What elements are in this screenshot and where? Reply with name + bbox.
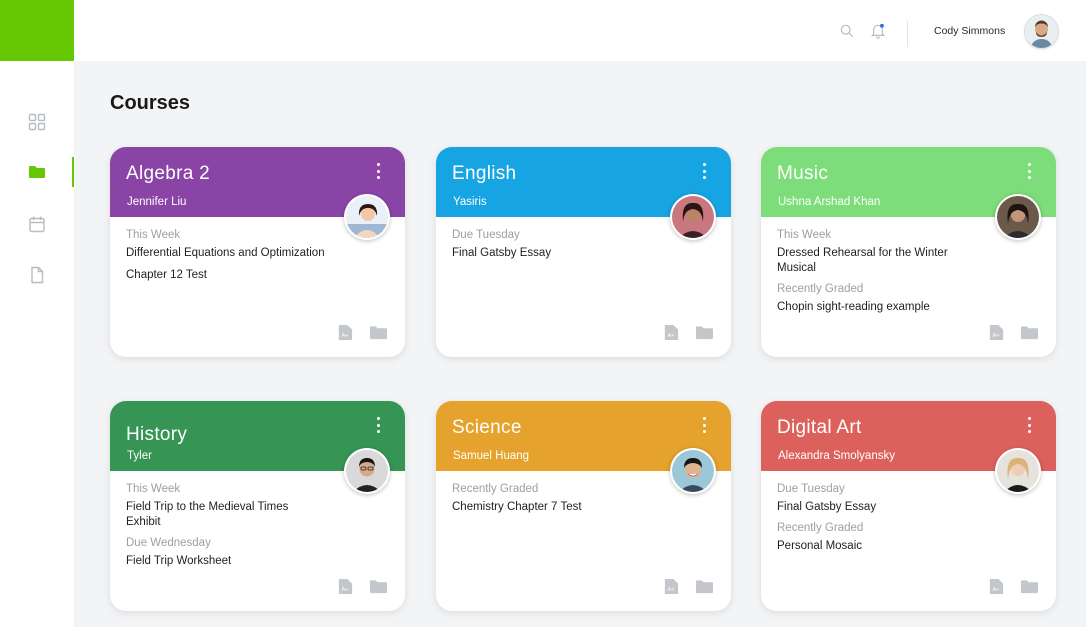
card-actions: A+	[988, 578, 1038, 595]
course-title[interactable]: Science	[452, 417, 522, 439]
section-label: This Week	[777, 229, 832, 241]
card-body: Due Tuesday Final Gatsby Essay Recently …	[777, 483, 977, 561]
card-body: Recently Graded Chemistry Chapter 7 Test	[452, 483, 652, 522]
course-title[interactable]: History	[126, 424, 187, 446]
sidebar	[0, 61, 74, 627]
card-body: This Week Dressed Rehearsal for the Wint…	[777, 229, 977, 322]
grades-icon[interactable]: A+	[663, 324, 680, 341]
folder-icon[interactable]	[370, 324, 387, 341]
course-card-english[interactable]: English Yasiris Due Tuesday Final Gatsby…	[436, 147, 731, 357]
assignment-item[interactable]: Dressed Rehearsal for the Winter Musical	[777, 246, 977, 276]
teacher-name: Tyler	[127, 450, 152, 462]
folder-icon[interactable]	[696, 324, 713, 341]
bell-icon[interactable]	[870, 22, 886, 40]
course-title[interactable]: Algebra 2	[126, 163, 210, 185]
card-body: This Week Differential Equations and Opt…	[126, 229, 326, 290]
header-divider	[907, 21, 908, 47]
more-options-icon[interactable]	[373, 163, 383, 179]
course-title[interactable]: Digital Art	[777, 417, 862, 439]
assignment-item[interactable]: Chemistry Chapter 7 Test	[452, 500, 652, 515]
svg-text:A+: A+	[992, 333, 1000, 339]
app-logo[interactable]	[0, 0, 74, 61]
sidebar-item-documents[interactable]	[0, 258, 74, 292]
folder-icon[interactable]	[370, 578, 387, 595]
assignment-item[interactable]: Field Trip Worksheet	[126, 554, 326, 569]
card-body: Due Tuesday Final Gatsby Essay	[452, 229, 652, 268]
teacher-avatar	[995, 194, 1041, 240]
more-options-icon[interactable]	[699, 417, 709, 433]
teacher-name: Alexandra Smolyansky	[778, 450, 895, 462]
section-label: Due Tuesday	[452, 229, 520, 241]
grid-icon	[28, 113, 46, 131]
card-actions: A+	[337, 324, 387, 341]
svg-text:A+: A+	[667, 333, 675, 339]
teacher-name: Samuel Huang	[453, 450, 530, 462]
teacher-avatar	[995, 448, 1041, 494]
teacher-avatar	[344, 194, 390, 240]
grades-icon[interactable]: A+	[988, 578, 1005, 595]
section-label: Recently Graded	[777, 522, 864, 534]
more-options-icon[interactable]	[1024, 417, 1034, 433]
section-label: This Week	[126, 229, 181, 241]
svg-text:A+: A+	[667, 587, 675, 593]
more-options-icon[interactable]	[373, 417, 383, 433]
document-icon	[31, 266, 44, 284]
grades-icon[interactable]: A+	[337, 324, 354, 341]
search-icon[interactable]	[839, 22, 855, 40]
teacher-name: Yasiris	[453, 196, 487, 208]
svg-text:A+: A+	[992, 587, 1000, 593]
svg-text:A+: A+	[341, 333, 349, 339]
page-title: Courses	[110, 92, 191, 114]
card-body: This Week Field Trip to the Medieval Tim…	[126, 483, 326, 576]
assignment-item[interactable]: Final Gatsby Essay	[777, 500, 977, 515]
section-label: Recently Graded	[452, 483, 539, 495]
section-label: Due Wednesday	[126, 537, 211, 549]
course-card-algebra[interactable]: Algebra 2 Jennifer Liu This Week Differe…	[110, 147, 405, 357]
course-title[interactable]: Music	[777, 163, 828, 185]
assignment-item[interactable]: Final Gatsby Essay	[452, 246, 652, 261]
assignment-item[interactable]: Chopin sight-reading example	[777, 300, 977, 315]
section-label: Due Tuesday	[777, 483, 845, 495]
teacher-avatar	[670, 448, 716, 494]
section-label: Recently Graded	[777, 283, 864, 295]
grades-icon[interactable]: A+	[988, 324, 1005, 341]
teacher-name: Jennifer Liu	[127, 196, 187, 208]
grades-icon[interactable]: A+	[337, 578, 354, 595]
assignment-item[interactable]: Field Trip to the Medieval Times Exhibit	[126, 500, 326, 530]
teacher-avatar	[670, 194, 716, 240]
card-actions: A+	[663, 324, 713, 341]
folder-icon[interactable]	[1021, 324, 1038, 341]
folder-icon	[29, 166, 45, 178]
assignment-item[interactable]: Differential Equations and Optimization	[126, 246, 326, 261]
folder-icon[interactable]	[696, 578, 713, 595]
card-actions: A+	[663, 578, 713, 595]
user-name[interactable]: Cody Simmons	[934, 25, 1005, 37]
course-card-music[interactable]: Music Ushna Arshad Khan This Week Dresse…	[761, 147, 1056, 357]
top-header: Cody Simmons	[74, 0, 1086, 61]
teacher-avatar	[344, 448, 390, 494]
sidebar-item-dashboard[interactable]	[0, 105, 74, 139]
user-avatar[interactable]	[1025, 15, 1058, 48]
course-title[interactable]: English	[452, 163, 516, 185]
section-label: This Week	[126, 483, 181, 495]
course-card-science[interactable]: Science Samuel Huang Recently Graded Che…	[436, 401, 731, 611]
assignment-item[interactable]: Chapter 12 Test	[126, 268, 326, 283]
more-options-icon[interactable]	[1024, 163, 1034, 179]
course-card-digital-art[interactable]: Digital Art Alexandra Smolyansky Due Tue…	[761, 401, 1056, 611]
teacher-name: Ushna Arshad Khan	[778, 196, 881, 208]
calendar-icon	[29, 216, 45, 233]
folder-icon[interactable]	[1021, 578, 1038, 595]
grades-icon[interactable]: A+	[663, 578, 680, 595]
card-actions: A+	[337, 578, 387, 595]
course-card-history[interactable]: History Tyler This Week Field Trip to th…	[110, 401, 405, 611]
sidebar-item-calendar[interactable]	[0, 207, 74, 241]
more-options-icon[interactable]	[699, 163, 709, 179]
assignment-item[interactable]: Personal Mosaic	[777, 539, 977, 554]
sidebar-item-courses[interactable]	[0, 155, 74, 189]
svg-text:A+: A+	[341, 587, 349, 593]
card-actions: A+	[988, 324, 1038, 341]
